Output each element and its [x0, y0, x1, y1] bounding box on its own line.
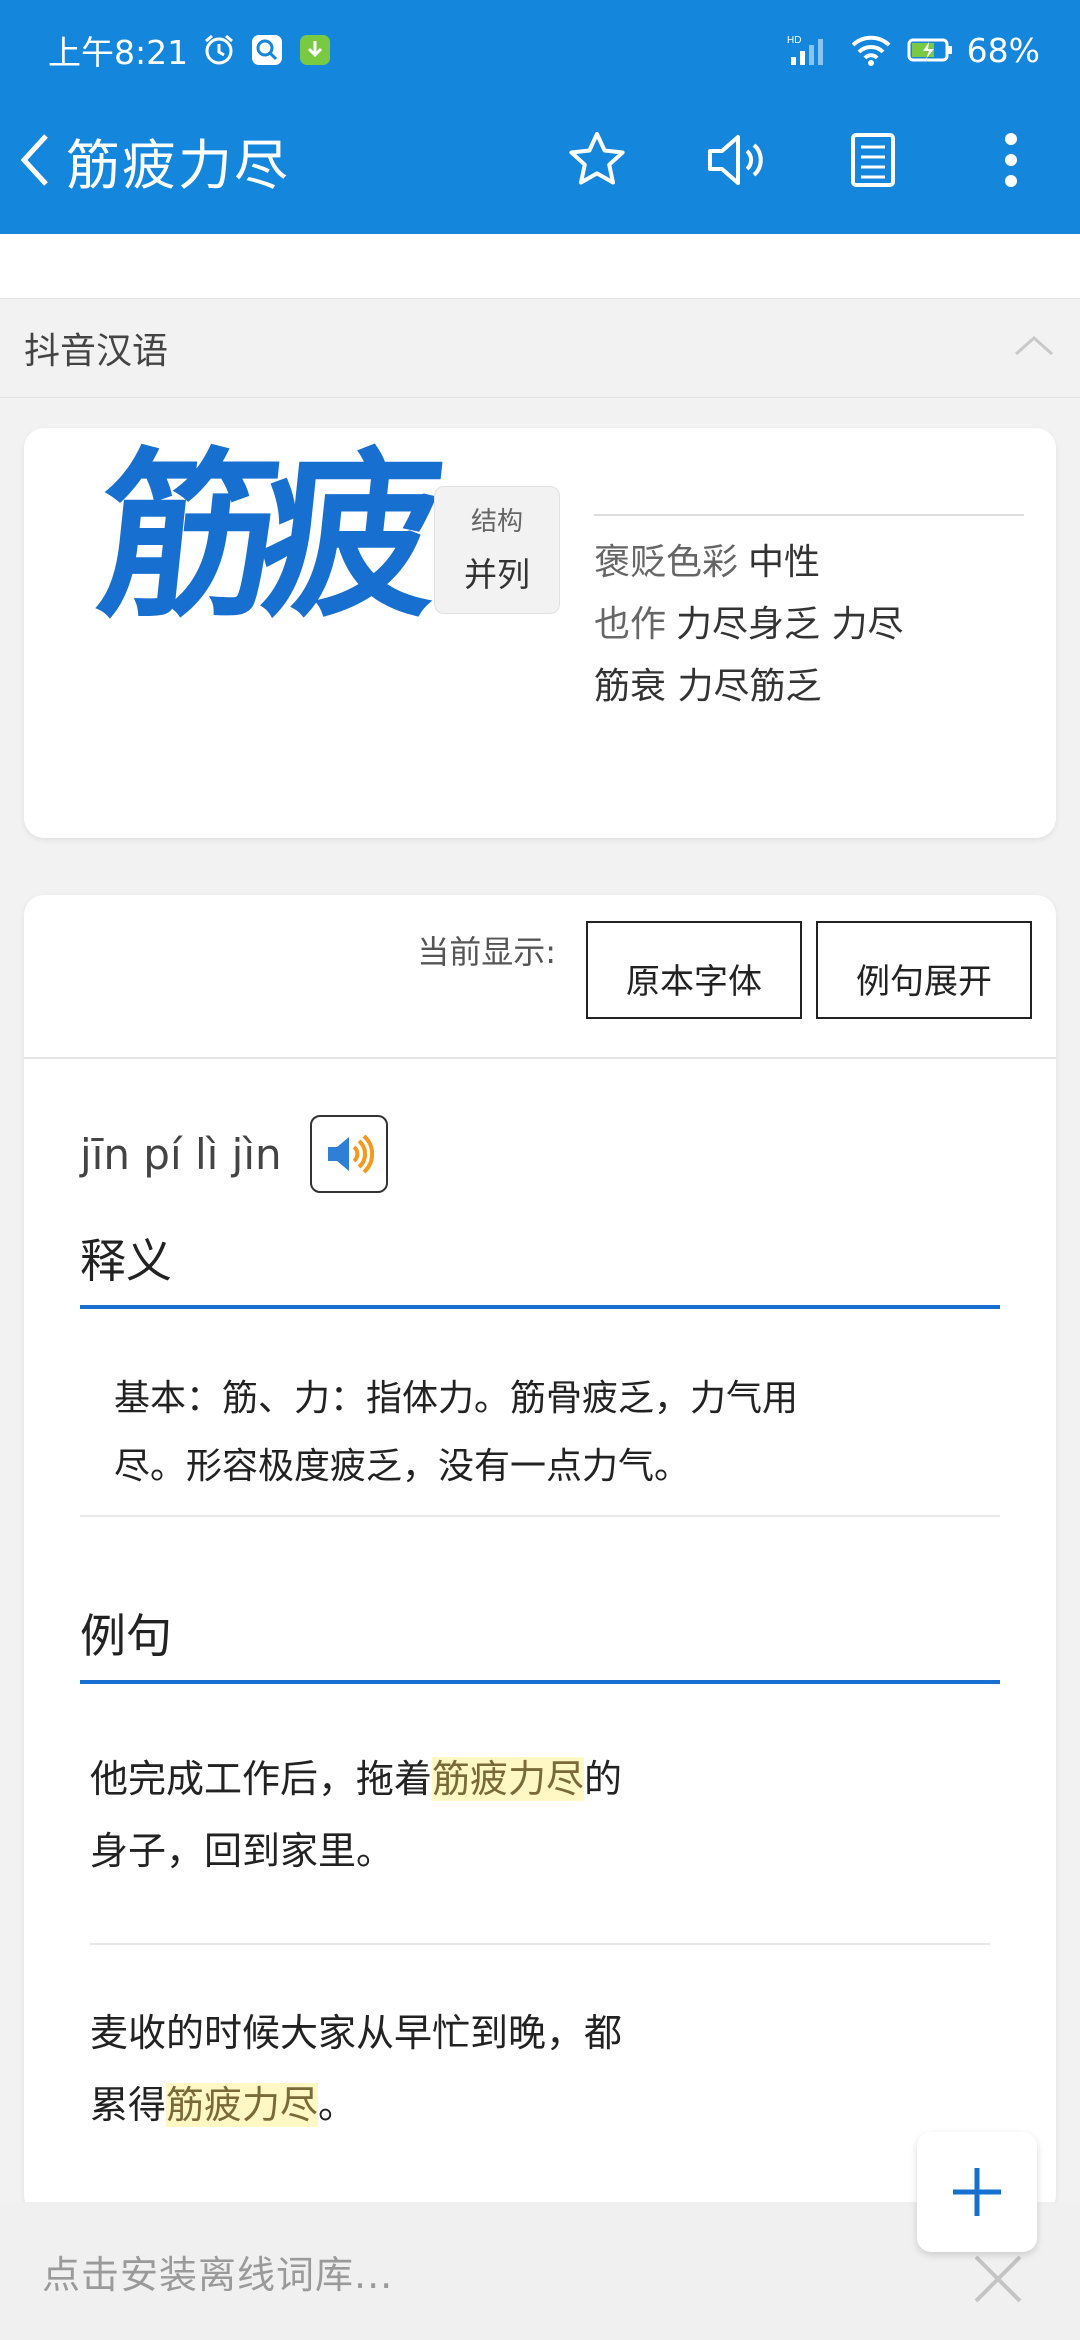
meaning-text: 基本：筋、力：指体力。筋骨疲乏，力气用 尽。形容极度疲乏，没有一点力气。	[114, 1365, 964, 1501]
word-meta: 褒贬色彩 中性 也作 力尽身乏 力尽 筋衰 力尽筋乏	[594, 514, 1024, 718]
structure-badge: 结构 并列	[434, 486, 560, 614]
top-bar: 上午8:21 HD 68% 筋疲力尽	[0, 0, 1080, 234]
source-section-header[interactable]: 抖音汉语	[0, 298, 1080, 398]
download-app-icon	[298, 33, 332, 67]
pinyin-row: jīn pí lì jìn	[80, 1115, 388, 1193]
plus-icon	[953, 2168, 1001, 2216]
display-label: 当前显示:	[417, 933, 556, 971]
svg-text:HD: HD	[787, 35, 801, 46]
structure-value: 并列	[464, 555, 530, 594]
speaker-icon	[327, 1134, 374, 1174]
close-icon[interactable]	[972, 2253, 1024, 2309]
example1-text: 他完成工作后，拖着	[90, 1757, 433, 1801]
search-app-icon	[250, 33, 284, 67]
more-icon	[1005, 133, 1017, 187]
divider	[24, 1057, 1056, 1059]
wifi-icon	[849, 33, 893, 67]
example2-highlight: 筋疲力尽	[166, 2083, 319, 2127]
add-button[interactable]	[917, 2132, 1037, 2252]
source-label: 抖音汉语	[24, 331, 169, 372]
sentiment-label: 褒贬色彩	[594, 542, 739, 583]
meaning-line1: 基本：筋、力：指体力。筋骨疲乏，力气用	[114, 1378, 799, 1419]
battery-icon	[907, 33, 953, 67]
display-controls: 当前显示: 原本字体 例句展开	[417, 921, 1032, 1019]
app-bar: 筋疲力尽	[0, 110, 1080, 210]
variant-line2: 筋衰 力尽筋乏	[594, 666, 822, 707]
back-button[interactable]	[10, 120, 60, 200]
detail-card: 当前显示: 原本字体 例句展开 jīn pí lì jìn 释义 基本：筋、力：…	[24, 895, 1056, 2215]
meaning-heading: 释义	[80, 1225, 1000, 1309]
word-logo: 筋疲	[88, 433, 435, 642]
structure-label: 结构	[470, 507, 523, 537]
example2-line1: 麦收的时候大家从早忙到晚，都	[90, 2011, 623, 2055]
example1-text-end: 的	[584, 1757, 623, 1801]
sentiment-row: 褒贬色彩 中性	[594, 532, 1024, 594]
battery-percent: 68%	[966, 30, 1040, 70]
section-divider	[80, 1515, 1000, 1517]
more-button[interactable]	[942, 115, 1080, 205]
install-text: 点击安装离线词库...	[42, 2252, 394, 2297]
example-sentence-2: 麦收的时候大家从早忙到晚，都 累得筋疲力尽。	[90, 1997, 950, 2141]
pinyin-audio-button[interactable]	[309, 1115, 388, 1193]
star-icon	[569, 132, 625, 185]
status-bar: 上午8:21 HD 68%	[48, 24, 1040, 76]
expand-examples-button[interactable]: 例句展开	[816, 921, 1032, 1019]
variant-row: 也作 力尽身乏 力尽	[594, 594, 1024, 656]
example1-line2: 身子，回到家里。	[90, 1829, 395, 1873]
meaning-line2: 尽。形容极度疲乏，没有一点力气。	[114, 1446, 691, 1487]
variant-label: 也作	[594, 604, 667, 645]
sentiment-value: 中性	[748, 542, 821, 583]
speaker-icon	[708, 135, 763, 185]
summary-card: 筋疲 结构 并列 褒贬色彩 中性 也作 力尽身乏 力尽 筋衰 力尽筋乏	[24, 428, 1056, 838]
pinyin-text: jīn pí lì jìn	[80, 1129, 282, 1179]
pronounce-button[interactable]	[666, 115, 804, 205]
examples-heading: 例句	[80, 1600, 1000, 1684]
alarm-icon	[202, 33, 236, 67]
variant-line1: 力尽身乏 力尽	[676, 604, 904, 645]
status-time: 上午8:21	[48, 33, 189, 72]
example-divider	[90, 1943, 990, 1945]
example1-highlight: 筋疲力尽	[432, 1757, 585, 1801]
example2-text: 累得	[90, 2083, 167, 2127]
example2-text-end: 。	[318, 2083, 357, 2127]
page-title: 筋疲力尽	[66, 133, 290, 197]
chevron-up-icon[interactable]	[1014, 334, 1054, 362]
top-spacer	[0, 234, 1080, 298]
notes-button[interactable]	[804, 115, 942, 205]
font-toggle-button[interactable]: 原本字体	[586, 921, 802, 1019]
back-icon	[20, 134, 48, 186]
notes-icon	[851, 133, 895, 187]
signal-icon: HD	[787, 33, 835, 67]
favorite-button[interactable]	[528, 115, 666, 205]
example-sentence-1: 他完成工作后，拖着筋疲力尽的 身子，回到家里。	[90, 1743, 950, 1887]
